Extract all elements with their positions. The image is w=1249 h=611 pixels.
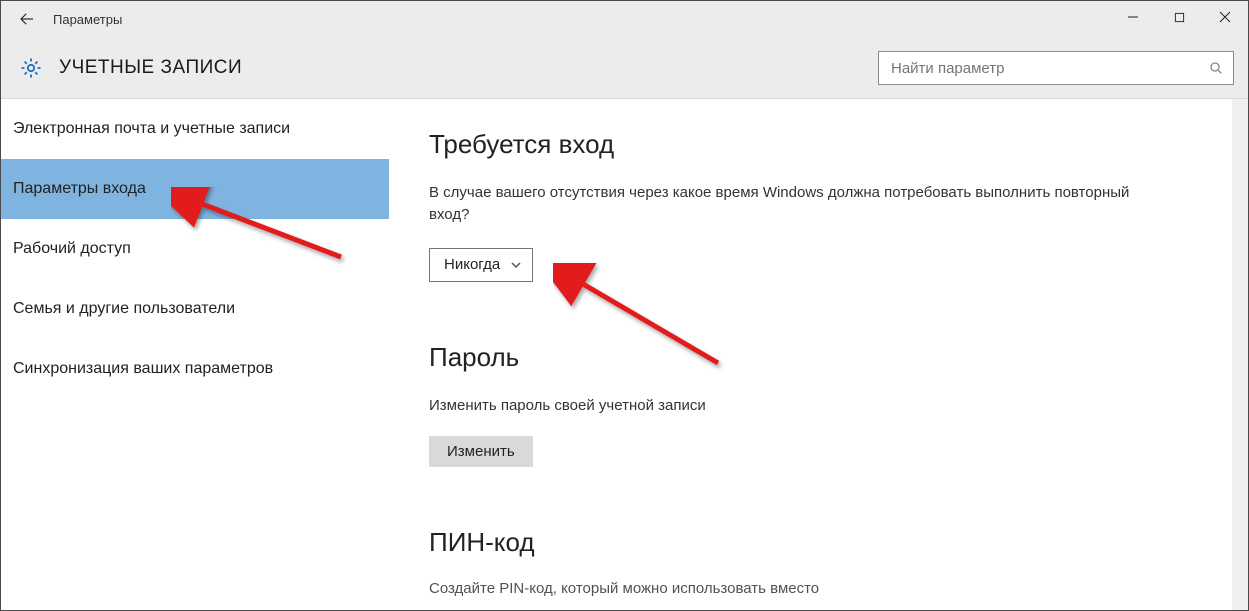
sidebar-item-work-access[interactable]: Рабочий доступ — [1, 219, 389, 279]
signin-required-description: В случае вашего отсутствия через какое в… — [429, 182, 1149, 226]
change-password-button[interactable]: Изменить — [429, 436, 533, 467]
dropdown-value: Никогда — [444, 256, 500, 273]
sidebar-item-family-users[interactable]: Семья и другие пользователи — [1, 279, 389, 339]
minimize-button[interactable] — [1110, 1, 1156, 33]
search-input[interactable] — [879, 60, 1199, 77]
sidebar: Электронная почта и учетные записи Парам… — [1, 99, 389, 610]
password-description: Изменить пароль своей учетной записи — [429, 395, 1149, 417]
window-controls — [1110, 1, 1248, 33]
gear-icon — [19, 56, 43, 80]
sidebar-item-label: Параметры входа — [13, 180, 146, 198]
pin-description-truncated: Создайте PIN-код, который можно использо… — [429, 580, 1208, 597]
sidebar-item-label: Электронная почта и учетные записи — [13, 120, 290, 138]
search-icon[interactable] — [1199, 60, 1233, 76]
app-title: Параметры — [53, 12, 122, 27]
close-button[interactable] — [1202, 1, 1248, 33]
heading-password: Пароль — [429, 342, 1208, 373]
section-title: УЧЕТНЫЕ ЗАПИСИ — [59, 57, 242, 79]
sidebar-item-email-accounts[interactable]: Электронная почта и учетные записи — [1, 99, 389, 159]
require-signin-dropdown[interactable]: Никогда — [429, 248, 533, 282]
heading-pin: ПИН-код — [429, 527, 1208, 558]
chevron-down-icon — [510, 259, 522, 271]
titlebar: Параметры — [1, 1, 1248, 37]
search-box[interactable] — [878, 51, 1234, 85]
vertical-scrollbar[interactable] — [1232, 99, 1248, 610]
pin-section: ПИН-код Создайте PIN-код, который можно … — [429, 527, 1208, 597]
sidebar-item-sync-settings[interactable]: Синхронизация ваших параметров — [1, 339, 389, 399]
password-section: Пароль Изменить пароль своей учетной зап… — [429, 342, 1208, 468]
sidebar-item-signin-options[interactable]: Параметры входа — [1, 159, 389, 219]
sidebar-item-label: Синхронизация ваших параметров — [13, 360, 273, 378]
body: Электронная почта и учетные записи Парам… — [1, 99, 1248, 610]
sidebar-item-label: Рабочий доступ — [13, 240, 131, 258]
page-header: УЧЕТНЫЕ ЗАПИСИ — [1, 37, 1248, 99]
heading-signin-required: Требуется вход — [429, 129, 1208, 160]
content-pane: Требуется вход В случае вашего отсутстви… — [389, 99, 1248, 610]
sidebar-item-label: Семья и другие пользователи — [13, 300, 235, 318]
back-button[interactable] — [13, 5, 41, 33]
settings-window: Параметры УЧЕТНЫЕ ЗАПИСИ — [0, 0, 1249, 611]
maximize-button[interactable] — [1156, 1, 1202, 33]
